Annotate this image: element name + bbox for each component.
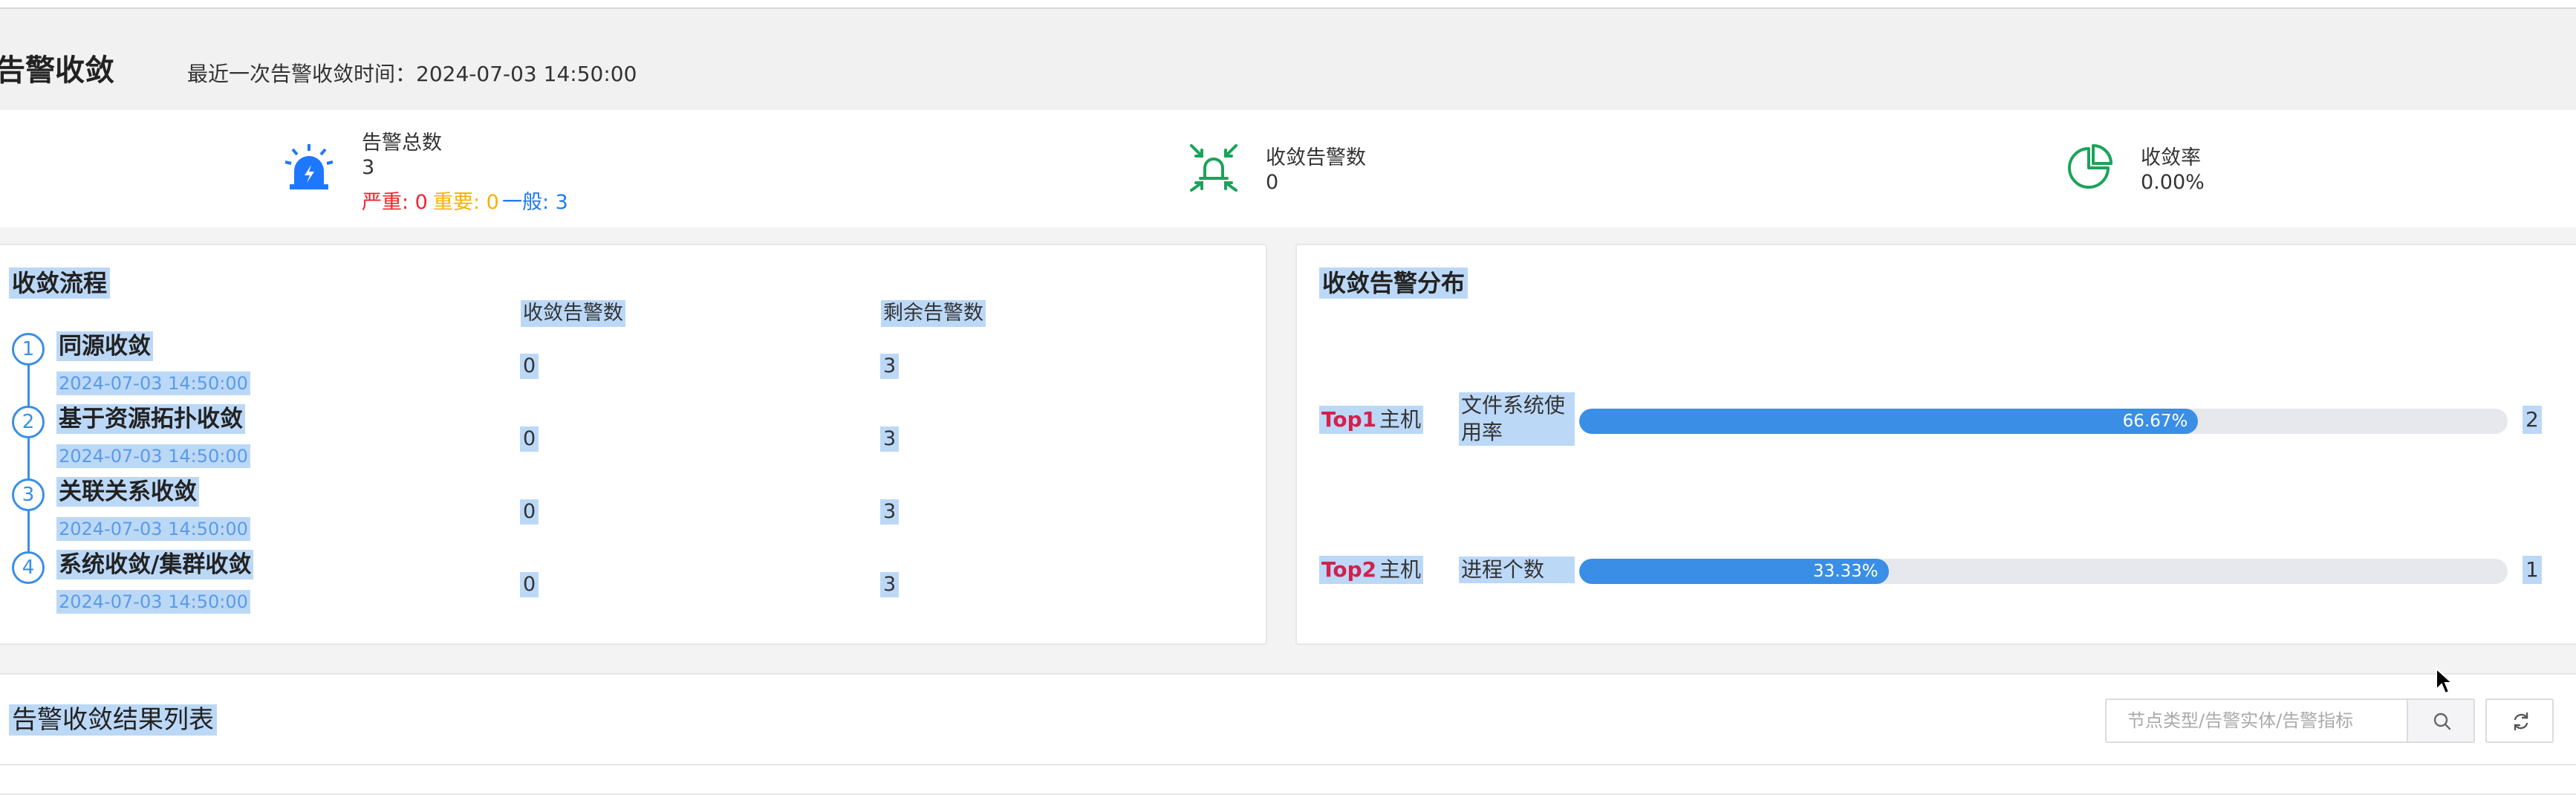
result-list-divider <box>0 764 2576 765</box>
pie-rate-icon <box>2062 141 2115 198</box>
mouse-cursor-icon <box>2435 666 2454 698</box>
converge-distribution-panel: 收敛告警分布 Top1 主机 文件系统使用率 66.67% 2 Top2 主机 … <box>1295 244 2576 645</box>
step-name: 关联关系收敛 <box>56 477 199 507</box>
distribution-count: 2 <box>2523 406 2542 434</box>
rank-label: Top2 <box>1319 556 1379 584</box>
stat-converged-label: 收敛告警数 <box>1266 146 1366 169</box>
step-converged-count: 0 <box>520 572 539 597</box>
severity-minor-count: 一般: 3 <box>502 191 568 214</box>
stat-rate-label: 收敛率 <box>2141 146 2201 169</box>
step-number-badge: 1 <box>12 333 45 366</box>
stat-rate-value: 0.00% <box>2141 171 2205 194</box>
page-header: 告警收敛 最近一次告警收敛时间：2024-07-03 14:50:00 <box>0 9 2576 110</box>
converge-distribution-title: 收敛告警分布 <box>1319 267 1468 299</box>
alarm-metric: 进程个数 <box>1459 556 1575 583</box>
step-remaining-count: 3 <box>880 354 900 379</box>
distribution-bar-fill: 33.33% <box>1579 559 1889 584</box>
window-top-edge <box>0 0 2576 9</box>
alarm-siren-icon <box>282 141 336 198</box>
converge-alarm-icon <box>1187 141 1240 198</box>
node-type: 主机 <box>1377 406 1424 434</box>
step-remaining-count: 3 <box>880 572 900 597</box>
step-name: 系统收敛/集群收敛 <box>56 550 254 580</box>
distribution-count: 1 <box>2523 556 2542 584</box>
rank-label: Top1 <box>1319 406 1379 434</box>
stat-converged-value: 0 <box>1266 171 1279 194</box>
stat-total-value: 3 <box>362 156 375 179</box>
distribution-bar-track: 33.33% <box>1579 559 2508 584</box>
converge-flow-title: 收敛流程 <box>9 267 111 299</box>
summary-stats: 告警总数 3 严重: 0 重要: 0 一般: 3 收敛告警数 0 收敛率 0.0… <box>0 110 2576 227</box>
alarm-metric: 文件系统使用率 <box>1459 392 1575 446</box>
distribution-percent: 66.67% <box>2122 412 2188 431</box>
last-converge-time-label: 最近一次告警收敛时间： <box>187 62 417 86</box>
last-converge-time-value: 2024-07-03 14:50:00 <box>416 62 637 86</box>
stat-converge-rate: 收敛率 0.00% <box>2006 110 2525 227</box>
refresh-icon <box>2511 711 2531 735</box>
node-type: 主机 <box>1377 556 1424 584</box>
distribution-bar-track: 66.67% <box>1579 409 2508 434</box>
page-title: 告警收敛 <box>0 53 114 88</box>
stat-total-alarms: 告警总数 3 严重: 0 重要: 0 一般: 3 <box>0 110 743 227</box>
step-time: 2024-07-03 14:50:00 <box>56 517 250 541</box>
step-number-badge: 2 <box>12 406 45 438</box>
distribution-percent: 33.33% <box>1812 562 1879 581</box>
step-time: 2024-07-03 14:50:00 <box>56 371 250 395</box>
search-button[interactable] <box>2407 698 2475 743</box>
distribution-bar-fill: 66.67% <box>1579 409 2199 434</box>
step-converged-count: 0 <box>520 426 539 452</box>
severity-critical-count: 严重: 0 <box>362 191 428 214</box>
step-remaining-count: 3 <box>880 426 900 452</box>
search-input[interactable] <box>2107 700 2407 742</box>
step-number-badge: 4 <box>12 551 45 584</box>
severity-major-count: 重要: 0 <box>433 191 499 214</box>
converge-flow-panel: 收敛流程 收敛告警数 剩余告警数 1 同源收敛 2024-07-03 14:50… <box>0 244 1267 645</box>
search-icon <box>2433 712 2452 734</box>
result-list-title: 告警收敛结果列表 <box>9 704 217 736</box>
last-converge-time: 最近一次告警收敛时间：2024-07-03 14:50:00 <box>187 58 637 88</box>
step-time: 2024-07-03 14:50:00 <box>56 590 250 614</box>
step-converged-count: 0 <box>520 354 539 379</box>
step-time: 2024-07-03 14:50:00 <box>56 444 250 468</box>
stat-total-label: 告警总数 <box>362 132 442 155</box>
stat-converged-alarms: 收敛告警数 0 <box>1114 110 1783 227</box>
refresh-button[interactable] <box>2485 698 2554 743</box>
col-head-converged: 收敛告警数 <box>521 300 625 327</box>
step-name: 同源收敛 <box>56 331 153 361</box>
step-converged-count: 0 <box>520 499 539 525</box>
step-name: 基于资源拓扑收敛 <box>56 404 245 434</box>
step-number-badge: 3 <box>12 478 45 511</box>
col-head-remaining: 剩余告警数 <box>881 300 986 327</box>
step-remaining-count: 3 <box>880 499 900 525</box>
flow-timeline-line <box>27 355 30 575</box>
search-field[interactable] <box>2105 698 2408 743</box>
